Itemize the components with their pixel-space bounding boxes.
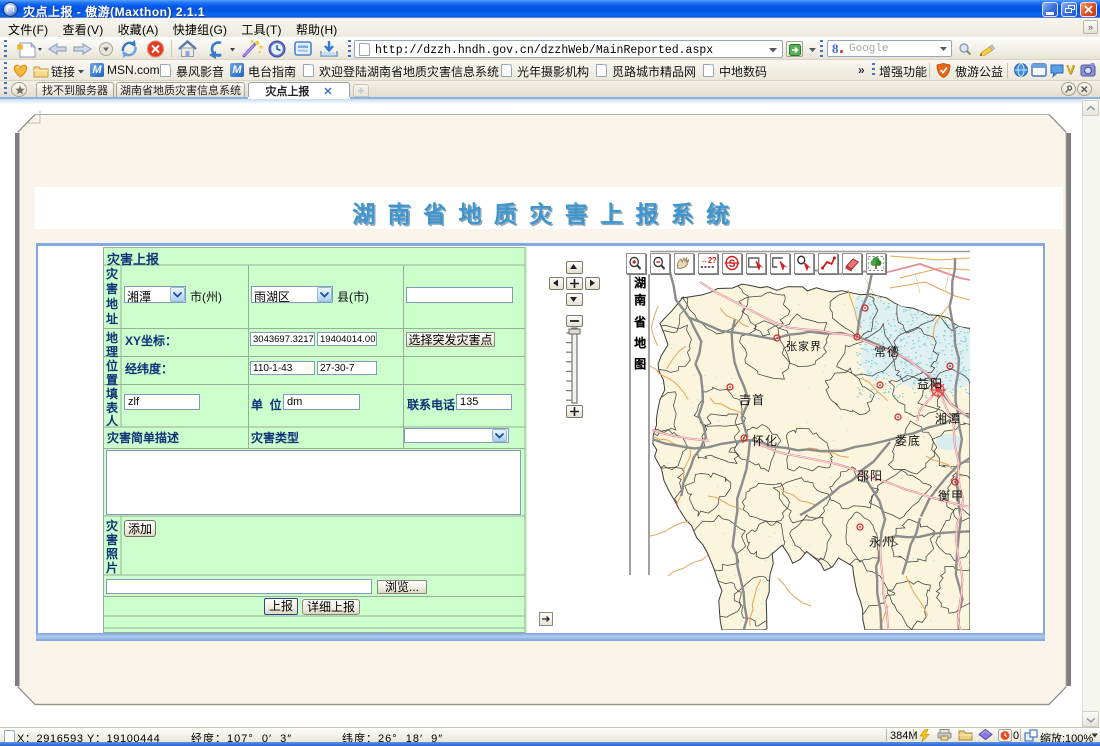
svg-text:张家界: 张家界 xyxy=(786,339,822,353)
svg-text:衡甲: 衡甲 xyxy=(938,489,964,503)
svg-text:常德: 常德 xyxy=(874,344,900,359)
svg-text:怀化: 怀化 xyxy=(752,434,778,448)
svg-text:↔2?: ↔2? xyxy=(700,256,716,265)
svg-text:邵阳: 邵阳 xyxy=(857,469,883,483)
svg-text:吉首: 吉首 xyxy=(739,393,765,407)
svg-text:S: S xyxy=(728,258,735,271)
svg-text:娄底: 娄底 xyxy=(895,433,921,448)
svg-text:湘潭: 湘潭 xyxy=(935,411,961,426)
svg-text:永州: 永州 xyxy=(869,535,895,549)
svg-text:益阳: 益阳 xyxy=(917,377,943,391)
